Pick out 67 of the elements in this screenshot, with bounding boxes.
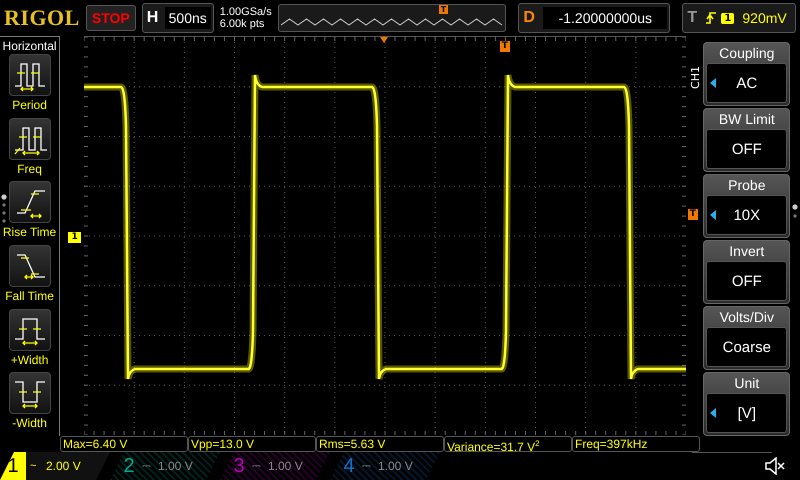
channel-number: 1 xyxy=(0,452,26,480)
sample-rate: 1.00GSa/s xyxy=(220,6,272,18)
measurement-readout: Variance=31.7 V$^{2}$ xyxy=(444,436,572,452)
measurement-readout: Rms=5.63 V xyxy=(316,436,444,452)
delay-value: -1.20000000us xyxy=(543,7,668,29)
timebase-value: 500ns xyxy=(164,7,211,29)
channel-number: 2 xyxy=(122,454,136,478)
channel-menu-item[interactable]: Coupling AC xyxy=(703,42,790,106)
delay-button[interactable]: D -1.20000000us xyxy=(518,3,670,33)
channel-menu-item[interactable]: Volts/Div Coarse xyxy=(703,306,790,370)
trigger-position-marker: T xyxy=(500,41,510,52)
trigger-level: 920mV xyxy=(742,10,787,26)
menu-title: Horizontal xyxy=(2,39,57,53)
channel-menu-item[interactable]: Probe 10X xyxy=(703,174,790,238)
menu-item-value: 10X xyxy=(733,206,760,224)
channel-scale: 2.00 V xyxy=(46,459,81,473)
trigger-button[interactable]: T 1 920mV xyxy=(682,3,796,33)
channel-scale: 1.00 V xyxy=(158,459,193,473)
channel-menu-item[interactable]: Unit [V] xyxy=(703,372,790,436)
menu-item-title: Unit xyxy=(733,374,760,393)
selector-arrow-icon xyxy=(710,408,716,418)
channel-offset-marker[interactable]: 1 xyxy=(68,232,81,243)
trigger-source-badge: 1 xyxy=(721,12,734,24)
selector-arrow-icon xyxy=(710,78,716,88)
channel-number: 4 xyxy=(342,454,356,478)
menu-item-title: BW Limit xyxy=(718,110,776,129)
menu-item-value: OFF xyxy=(732,272,762,290)
measurement-readout: Vpp=13.0 V xyxy=(188,436,316,452)
timebase-label: H xyxy=(146,9,160,27)
channel-tab[interactable]: 1 ~ 2.00 V xyxy=(0,452,110,480)
menu-item-title: Volts/Div xyxy=(718,308,776,327)
menu-item-title: Coupling xyxy=(718,44,776,63)
measurement-readout: Freq=397kHz xyxy=(572,436,700,452)
channel-tab[interactable]: 2 ⎓ 1.00 V xyxy=(110,452,220,480)
measurement-readout: Max=6.40 V xyxy=(60,436,188,452)
trigger-label: T xyxy=(687,9,698,27)
page-indicator-icon xyxy=(1,194,7,224)
coupling-symbol: ~ xyxy=(30,460,38,472)
coupling-symbol: ⎓ xyxy=(252,460,262,472)
menu-item-value: Coarse xyxy=(722,338,771,356)
channel-tab[interactable]: 3 ⎓ 1.00 V xyxy=(220,452,330,480)
channel-menu-item[interactable]: Invert OFF xyxy=(703,240,790,304)
rising-edge-icon xyxy=(705,11,718,25)
speaker-muted-icon xyxy=(764,457,786,475)
channel-menu-item[interactable]: BW Limit OFF xyxy=(703,108,790,172)
delay-label: D xyxy=(523,9,536,27)
channel-scale: 1.00 V xyxy=(378,459,413,473)
menu-item-title: Invert xyxy=(728,242,766,261)
channel-tab[interactable]: 4 ⎓ 1.00 V xyxy=(330,452,440,480)
menu-item-value: [V] xyxy=(738,404,756,422)
run-stop-button[interactable]: STOP xyxy=(86,5,136,31)
trigger-position-marker: T xyxy=(438,5,448,14)
channel-scale: 1.00 V xyxy=(268,459,303,473)
delay-marker-icon xyxy=(380,37,388,43)
trigger-level-marker[interactable]: T xyxy=(688,209,698,220)
menu-item-title: Probe xyxy=(727,176,766,195)
memory-depth: 6.00k pts xyxy=(220,18,266,30)
page-indicator-icon xyxy=(792,204,798,220)
menu-channel-label: CH1 xyxy=(688,66,702,89)
coupling-symbol: ⎓ xyxy=(362,460,372,472)
brand-logo: RIGOL xyxy=(4,5,80,31)
channel-number: 3 xyxy=(232,454,246,478)
menu-item-value: OFF xyxy=(732,140,762,158)
menu-item-value: AC xyxy=(736,74,758,92)
coupling-symbol: ⎓ xyxy=(142,460,152,472)
timebase-button[interactable]: H 500ns xyxy=(142,3,214,33)
selector-arrow-icon xyxy=(710,210,716,220)
